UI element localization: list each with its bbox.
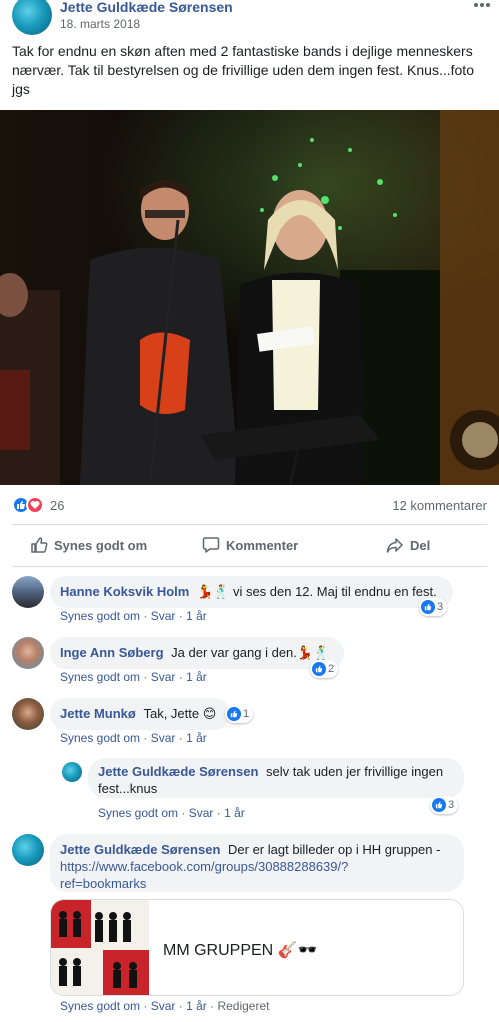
comment-text: Der er lagt billeder op i HH gruppen - [228, 842, 441, 857]
comment-time[interactable]: 1 år [186, 731, 207, 745]
comment-reply-link[interactable]: Svar [151, 731, 176, 745]
comment-count[interactable]: 12 kommentarer [392, 498, 487, 513]
comment-meta: Synes godt om · Svar · 1 år [60, 731, 207, 745]
comment-author[interactable]: Jette Guldkæde Sørensen [60, 842, 220, 857]
like-reaction-icon [227, 707, 241, 721]
comment-reply-link[interactable]: Svar [151, 670, 176, 684]
share-button-label: Del [410, 537, 431, 553]
post-photo[interactable] [0, 110, 499, 485]
commenter-avatar[interactable] [12, 834, 44, 866]
post-date[interactable]: 18. marts 2018 [60, 17, 140, 31]
like-reaction-icon [432, 798, 446, 812]
stage-photo-illustration [0, 110, 499, 485]
thumbs-up-icon [31, 537, 48, 553]
comment-edited-label: Redigeret [217, 999, 270, 1013]
reply-author[interactable]: Jette Guldkæde Sørensen [98, 764, 258, 779]
comment-meta: Synes godt om · Svar · 1 år [60, 609, 207, 623]
comment-author[interactable]: Hanne Koksvik Holm [60, 584, 189, 599]
link-preview-title: MM GRUPPEN 🎸🕶️ [163, 942, 318, 959]
reaction-count[interactable]: 26 [50, 498, 64, 513]
commenter-avatar[interactable] [12, 637, 44, 669]
like-button[interactable]: Synes godt om [30, 536, 147, 554]
comment-bubble: Inge Ann Søberg Ja der var gang i den.💃🕺 [50, 637, 344, 669]
comment-button[interactable]: Kommenter [202, 536, 298, 554]
comment-bubble: Jette Munkø Tak, Jette 😊 [50, 698, 230, 730]
comment-reactions[interactable]: 3 [419, 598, 448, 616]
reply-meta: Synes godt om · Svar · 1 år [98, 806, 245, 820]
comment-text: 💃🕺 vi ses den 12. Maj til endnu en fest. [196, 584, 437, 599]
comment-text: Ja der var gang i den.💃🕺 [171, 645, 330, 660]
reply-reply-link[interactable]: Svar [189, 806, 214, 820]
reply-author-avatar[interactable] [62, 762, 82, 782]
like-button-label: Synes godt om [54, 537, 148, 553]
divider [12, 566, 487, 567]
author-avatar[interactable] [12, 0, 52, 35]
link-preview-thumbnail [51, 900, 149, 995]
love-reaction-icon [26, 496, 44, 514]
reply-reaction-count: 3 [448, 799, 455, 811]
comment-time[interactable]: 1 år [186, 999, 207, 1013]
reply-bubble: Jette Guldkæde Sørensen selv tak uden je… [88, 758, 464, 798]
reply-reactions[interactable]: 3 [430, 796, 459, 814]
comment-reaction-count: 3 [437, 601, 444, 613]
comment-author[interactable]: Jette Munkø [60, 706, 136, 721]
comment-author[interactable]: Inge Ann Søberg [60, 645, 164, 660]
comment-reaction-count: 1 [243, 708, 250, 720]
comment-like-link[interactable]: Synes godt om [60, 609, 140, 623]
commenter-avatar[interactable] [12, 576, 44, 608]
comment-bubble: Jette Guldkæde Sørensen Der er lagt bill… [50, 834, 464, 892]
commenter-avatar[interactable] [12, 698, 44, 730]
more-dots-icon[interactable] [472, 0, 492, 8]
link-preview-card[interactable]: MM GRUPPEN 🎸🕶️ [50, 899, 464, 996]
author-name[interactable]: Jette Guldkæde Sørensen [60, 0, 233, 15]
comment-reply-link[interactable]: Svar [151, 999, 176, 1013]
comment-reactions[interactable]: 1 [225, 705, 254, 723]
comment-like-link[interactable]: Synes godt om [60, 670, 140, 684]
comment-bubble: Hanne Koksvik Holm 💃🕺 vi ses den 12. Maj… [50, 576, 453, 608]
comment-bubble-icon [202, 537, 220, 553]
reply-like-link[interactable]: Synes godt om [98, 806, 178, 820]
reply-time[interactable]: 1 år [224, 806, 245, 820]
comment-text: Tak, Jette 😊 [143, 706, 217, 721]
comment-reaction-count: 2 [328, 663, 335, 675]
comment-link-line2[interactable]: ref=bookmarks [60, 876, 146, 891]
post-text: Tak for endnu en skøn aften med 2 fantas… [12, 43, 474, 97]
comment-reactions[interactable]: 2 [310, 660, 339, 678]
comment-time[interactable]: 1 år [186, 670, 207, 684]
reaction-icons[interactable]: 26 [12, 496, 64, 514]
comment-meta: Synes godt om · Svar · 1 år · Redigeret [60, 999, 270, 1013]
like-reaction-icon [312, 662, 326, 676]
share-button[interactable]: Del [386, 536, 430, 554]
comment-meta: Synes godt om · Svar · 1 år [60, 670, 207, 684]
like-reaction-icon [421, 600, 435, 614]
comment-like-link[interactable]: Synes godt om [60, 731, 140, 745]
divider [12, 524, 487, 525]
comment-like-link[interactable]: Synes godt om [60, 999, 140, 1013]
comment-link-line1[interactable]: https://www.facebook.com/groups/30888288… [60, 859, 348, 874]
comment-button-label: Kommenter [226, 537, 299, 553]
comment-time[interactable]: 1 år [186, 609, 207, 623]
share-arrow-icon [386, 538, 403, 553]
comment-reply-link[interactable]: Svar [151, 609, 176, 623]
